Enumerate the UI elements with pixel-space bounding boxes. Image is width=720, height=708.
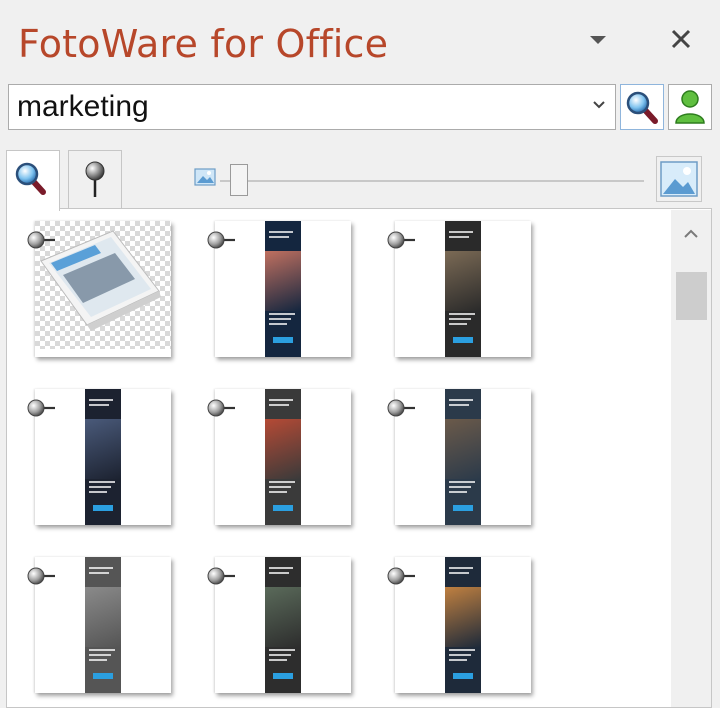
chevron-down-icon	[590, 36, 606, 44]
vertical-scrollbar[interactable]	[671, 210, 711, 707]
pin-icon[interactable]	[385, 565, 417, 587]
search-button[interactable]	[620, 84, 664, 130]
banner-image	[445, 557, 481, 693]
pin-toggle[interactable]	[205, 229, 237, 251]
close-icon	[671, 29, 691, 49]
pin-toggle[interactable]	[25, 565, 57, 587]
pin-toggle[interactable]	[25, 397, 57, 419]
result-thumbnail[interactable]	[27, 557, 171, 693]
tab-pins[interactable]	[68, 150, 122, 210]
pin-icon[interactable]	[25, 229, 57, 251]
result-thumbnail[interactable]	[387, 389, 531, 525]
close-pane-button[interactable]	[666, 24, 696, 54]
banner-image	[85, 557, 121, 693]
pin-icon[interactable]	[205, 397, 237, 419]
pin-icon[interactable]	[385, 397, 417, 419]
banner-image	[445, 221, 481, 357]
pin-icon[interactable]	[25, 565, 57, 587]
pin-toggle[interactable]	[385, 229, 417, 251]
large-image-icon	[660, 161, 698, 197]
user-button[interactable]	[668, 84, 712, 130]
thumbnail-size-slider[interactable]	[194, 160, 654, 200]
result-thumbnail[interactable]	[207, 557, 351, 693]
result-thumbnail[interactable]	[387, 221, 531, 357]
result-thumbnail[interactable]	[387, 557, 531, 693]
magnifier-icon	[626, 91, 658, 124]
slider-thumb[interactable]	[230, 164, 248, 196]
banner-image	[85, 389, 121, 525]
tab-search[interactable]	[6, 150, 60, 211]
pushpin-icon	[85, 161, 105, 197]
banner-image	[265, 557, 301, 693]
banner-image	[265, 389, 301, 525]
scrollbar-thumb[interactable]	[676, 272, 707, 320]
pin-icon[interactable]	[385, 229, 417, 251]
slider-track[interactable]	[220, 180, 644, 182]
pin-icon[interactable]	[205, 565, 237, 587]
pin-toggle[interactable]	[385, 565, 417, 587]
banner-image	[265, 221, 301, 357]
result-thumbnail[interactable]	[27, 389, 171, 525]
banner-image	[445, 389, 481, 525]
pin-toggle[interactable]	[205, 397, 237, 419]
pane-title: FotoWare for Office	[18, 22, 389, 66]
pin-toggle[interactable]	[385, 397, 417, 419]
magnifier-icon	[15, 162, 46, 195]
large-thumbnails-button[interactable]	[656, 156, 702, 202]
results-panel[interactable]	[6, 208, 712, 708]
pin-toggle[interactable]	[205, 565, 237, 587]
user-icon	[675, 90, 705, 124]
chevron-up-icon[interactable]	[679, 224, 703, 244]
result-thumbnail[interactable]	[207, 221, 351, 357]
pin-icon[interactable]	[205, 229, 237, 251]
chevron-down-icon[interactable]	[591, 97, 607, 113]
pin-icon[interactable]	[25, 397, 57, 419]
search-combobox[interactable]	[8, 84, 616, 130]
result-thumbnail[interactable]	[27, 221, 171, 357]
pin-toggle[interactable]	[25, 229, 57, 251]
pane-options-button[interactable]	[586, 30, 610, 50]
result-thumbnail[interactable]	[207, 389, 351, 525]
small-image-icon	[194, 168, 216, 186]
search-input[interactable]	[17, 85, 587, 129]
